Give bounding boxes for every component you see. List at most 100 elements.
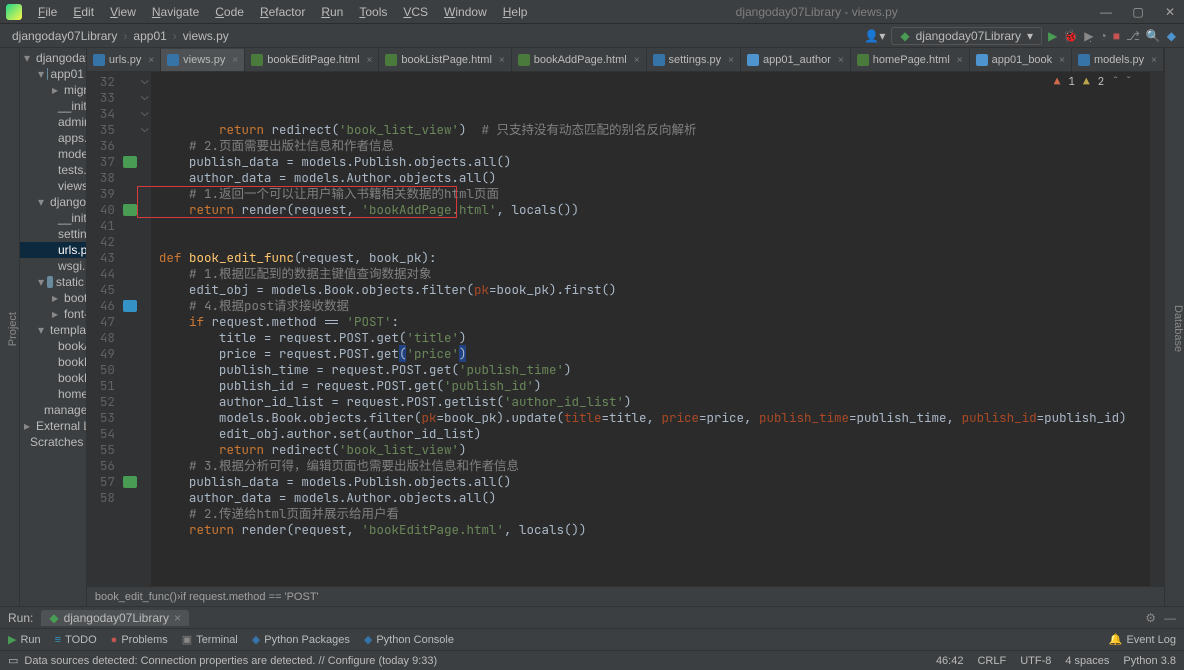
breadcrumb-item[interactable]: app01 [129,29,170,43]
editor-breadcrumbs[interactable]: book_edit_func() › if request.method == … [87,586,1164,606]
tool-terminal[interactable]: ▣ Terminal [182,633,238,646]
code-line[interactable]: author_data = models.Author.objects.all(… [159,170,1150,186]
code-line[interactable]: # 3.根据分析可得，编辑页面也需要出版社信息和作者信息 [159,458,1150,474]
tab-close-icon[interactable]: × [499,55,505,66]
code-line[interactable]: price = request.POST.get('price') [159,346,1150,362]
tree-node[interactable]: __init__.py [20,210,86,226]
database-tool-button[interactable]: Database [1172,305,1184,352]
gutter-run-icon[interactable] [123,204,137,216]
tree-node[interactable]: wsgi.py [20,258,86,274]
tool-python-packages[interactable]: ◆ Python Packages [252,633,350,646]
tool-problems[interactable]: ● Problems [111,634,168,646]
breadcrumb-item[interactable]: views.py [179,29,233,43]
menu-code[interactable]: Code [207,3,252,21]
coverage-button[interactable]: ▶̣ [1084,29,1093,43]
tree-node[interactable]: ▾djangoday07Library [20,194,86,210]
gutter-run-icon[interactable] [123,156,137,168]
tree-node[interactable]: manage.py [20,402,86,418]
tree-node[interactable]: apps.py [20,130,86,146]
tree-node[interactable]: ▾app01 [20,66,86,82]
tree-twisty-icon[interactable]: ▾ [38,323,44,337]
tree-node[interactable]: settings.py [20,226,86,242]
editor-tab[interactable]: bookEditPage.html× [245,49,379,71]
code-breadcrumb[interactable]: if request.method == 'POST' [181,591,319,603]
code-line[interactable]: title = request.POST.get('title') [159,330,1150,346]
editor-tab[interactable]: urls.py× [87,49,161,71]
editor-scrollbar[interactable] [1150,72,1164,586]
code-line[interactable]: publish_data = models.Publish.objects.al… [159,154,1150,170]
tree-node[interactable]: ▾djangoday07Library F:\A [20,50,86,66]
code-line[interactable]: # 2.传递给html页面并展示给用户看 [159,506,1150,522]
hide-icon[interactable]: — [1164,611,1176,625]
gear-icon[interactable]: ⚙ [1145,611,1156,625]
tree-node[interactable]: ▸External Libraries [20,418,86,434]
code-line[interactable]: # 4.根据post请求接收数据 [159,298,1150,314]
inspection-summary[interactable]: ▲1 ▲2 ˆ ˇ [1054,74,1132,90]
stop-button[interactable]: ■ [1113,29,1120,43]
tool-todo[interactable]: ≡ TODO [55,634,97,646]
tree-node[interactable]: urls.py [20,242,86,258]
code-area[interactable]: ▲1 ▲2 ˆ ˇ return redirect('book_list_vie… [151,72,1150,586]
tree-node[interactable]: tests.py [20,162,86,178]
tree-node[interactable]: __init__.py [20,98,86,114]
tool-python-console[interactable]: ◆ Python Console [364,633,454,646]
code-line[interactable]: publish_time = request.POST.get('publish… [159,362,1150,378]
code-line[interactable]: author_data = models.Author.objects.all(… [159,490,1150,506]
user-icon[interactable]: 👤▾ [864,29,885,43]
minimize-button[interactable]: — [1098,5,1114,19]
code-line[interactable]: # 1.返回一个可以让用户输入书籍相关数据的html页面 [159,186,1150,202]
tree-twisty-icon[interactable]: ▸ [52,291,58,305]
tab-close-icon[interactable]: × [957,55,963,66]
run-tab[interactable]: ◆ djangoday07Library × [41,610,189,626]
menu-file[interactable]: File [30,3,65,21]
menu-tools[interactable]: Tools [351,3,395,21]
tab-close-icon[interactable]: × [728,55,734,66]
code-breadcrumb[interactable]: book_edit_func() [95,591,177,603]
close-button[interactable]: ✕ [1162,5,1178,19]
tab-close-icon[interactable]: × [838,55,844,66]
menu-help[interactable]: Help [495,3,536,21]
tree-node[interactable]: bookEditPage.html [20,354,86,370]
code-line[interactable]: edit_obj.author.set(author_id_list) [159,426,1150,442]
tab-close-icon[interactable]: × [634,55,640,66]
tree-node[interactable]: Scratches and Consoles [20,434,86,450]
tree-node[interactable]: ▾templates [20,322,86,338]
tree-node[interactable]: admin.py [20,114,86,130]
tree-twisty-icon[interactable]: ▾ [38,275,44,289]
menu-window[interactable]: Window [436,3,495,21]
menu-edit[interactable]: Edit [65,3,102,21]
tree-node[interactable]: bookAddPage.html [20,338,86,354]
search-button[interactable]: 🔍 [1146,29,1161,43]
code-line[interactable] [159,538,1150,554]
tree-twisty-icon[interactable]: ▾ [24,51,30,65]
tab-close-icon[interactable]: × [1059,55,1065,66]
code-line[interactable]: return redirect('book_list_view') # 只支持没… [159,122,1150,138]
tree-node[interactable]: models.py [20,146,86,162]
tree-twisty-icon[interactable]: ▸ [52,307,58,321]
tree-node[interactable]: views.py [20,178,86,194]
menu-refactor[interactable]: Refactor [252,3,313,21]
breadcrumb-item[interactable]: djangoday07Library [8,29,121,43]
tab-close-icon[interactable]: × [232,55,238,66]
tree-node[interactable]: ▸migrations [20,82,86,98]
profiler-button[interactable]: ◔ [1099,29,1106,43]
editor-tab[interactable]: app01_author× [741,49,851,71]
code-line[interactable]: return render(request, 'bookAddPage.html… [159,202,1150,218]
tree-node[interactable]: homePage.html [20,386,86,402]
editor-tab[interactable]: bookAddPage.html× [512,49,647,71]
tab-close-icon[interactable]: × [367,55,373,66]
code-line[interactable] [159,234,1150,250]
code-line[interactable]: # 2.页面需要出版社信息和作者信息 [159,138,1150,154]
event-log-button[interactable]: 🔔 Event Log [1109,633,1176,646]
menu-navigate[interactable]: Navigate [144,3,207,21]
gutter-run-icon[interactable] [123,476,137,488]
run-button[interactable]: ▶ [1048,29,1057,43]
settings-gear-icon[interactable]: ◆ [1167,29,1176,43]
editor-tab[interactable]: bookListPage.html× [379,49,511,71]
code-line[interactable]: publish_id = request.POST.get('publish_i… [159,378,1150,394]
code-line[interactable]: models.Book.objects.filter(pk=book_pk).u… [159,410,1150,426]
code-line[interactable] [159,218,1150,234]
menu-vcs[interactable]: VCS [395,3,436,21]
code-line[interactable]: def book_edit_func(request, book_pk): [159,250,1150,266]
status-icon[interactable]: ▭ [8,654,18,667]
